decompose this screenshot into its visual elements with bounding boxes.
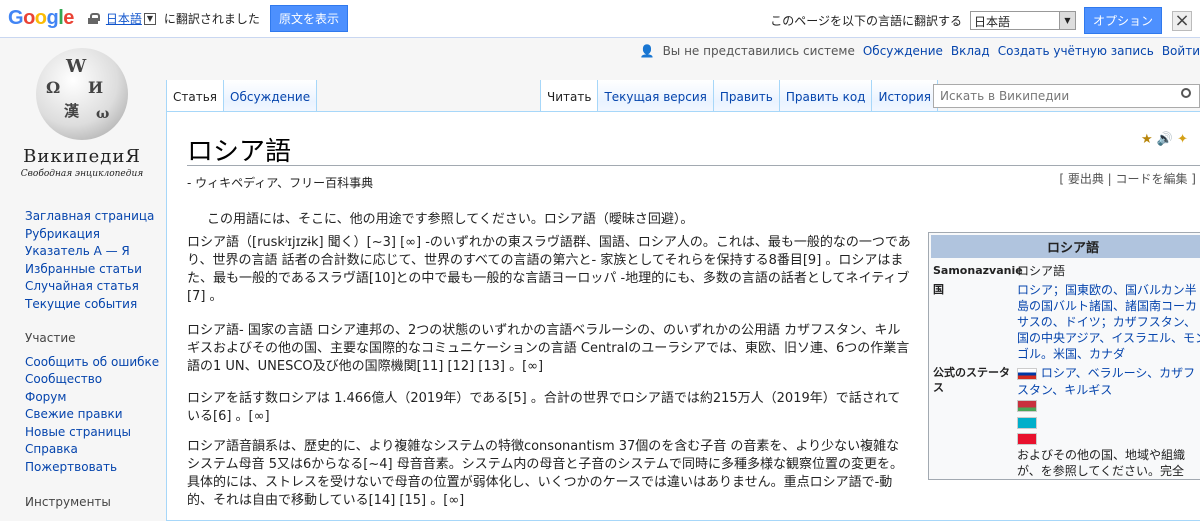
tab-edit-source[interactable]: Править код <box>779 80 873 111</box>
google-logo-letter: g <box>46 7 59 29</box>
left-tabs: Статья Обсуждение <box>166 80 318 111</box>
tab-talk[interactable]: Обсуждение <box>224 80 318 111</box>
sidebar-item[interactable]: Указатель А — Я <box>25 243 154 261</box>
sidebar-item[interactable]: Рубрикация <box>25 226 154 244</box>
google-translate-bar: Google 日本語 ▼ に翻訳されました 原文を表示 このページを以下の言語に… <box>0 0 1200 38</box>
show-original-button[interactable]: 原文を表示 <box>269 5 348 32</box>
sidebar-item[interactable]: Сообщество <box>25 371 159 389</box>
search-placeholder: Искать в Википедии <box>940 89 1070 103</box>
anon-notice: Вы не представились системе <box>662 44 855 58</box>
sidebar-tools: Инструменты <box>25 494 111 518</box>
infobox-value: ロシア語 <box>1017 264 1066 278</box>
login-link[interactable]: Войти <box>1162 44 1200 58</box>
article-content: ロシア語 ★ 🔊 ✦ - ウィキペディア、フリー百科事典 [ 要出典 | コード… <box>166 111 1200 521</box>
close-icon[interactable]: × <box>1172 10 1192 31</box>
google-logo[interactable]: Google <box>8 7 74 30</box>
infobox-key: 国 <box>933 283 944 296</box>
star-icon[interactable]: ★ <box>1141 132 1153 147</box>
infobox-row: 国 ロシア；国東欧の、国バルカン半島の国バルト諸国、諸国南コーカサスの、ドイツ；… <box>929 279 1200 362</box>
sidebar-item[interactable]: Сообщить об ошибке <box>25 354 159 372</box>
source-language-link[interactable]: 日本語 <box>106 10 142 27</box>
paragraph-3: ロシアを話す数ロシアは 1.466億人（2019年）である[5] 。合計の世界で… <box>187 391 901 424</box>
flag-belarus-icon <box>1017 400 1037 412</box>
sidebar-item[interactable]: Заглавная страница <box>25 208 154 226</box>
sidebar-item[interactable]: Свежие правки <box>25 406 159 424</box>
tab-article[interactable]: Статья <box>166 80 225 111</box>
paragraph-4: ロシア語音韻系は、歴史的に、より複雑なシステムの特徴consonantism 3… <box>187 439 903 508</box>
create-account-link[interactable]: Создать учётную запись <box>998 44 1154 58</box>
infobox-value: ロシア、ベラルーシ、カザフスタン、キルギス およびその他の国、地域や組織が、を参… <box>1017 365 1200 479</box>
translate-to-label: このページを以下の言語に翻訳する <box>770 14 962 28</box>
infobox-key: 公式のステータス <box>933 366 1010 394</box>
sidebar-item[interactable]: Избранные статьи <box>25 261 154 279</box>
hatnote: この用語には、そこに、他の用途です参照してください。ロシア語（曖昧さ回避）。 <box>207 212 694 227</box>
translated-notice: に翻訳されました <box>163 12 260 26</box>
status-icons: ★ 🔊 ✦ <box>1141 132 1188 147</box>
contributions-link[interactable]: Вклад <box>951 44 990 58</box>
language-select[interactable]: 日本語 ▼ <box>969 11 1076 30</box>
title-divider <box>187 165 1200 166</box>
infobox: ロシア語 Samonazvanie ロシア語 国 ロシア；国東欧の、国バルカン半… <box>928 232 1200 480</box>
audio-icon[interactable]: 🔊 <box>1157 132 1173 147</box>
page-title: ロシア語 <box>187 137 292 167</box>
chevron-down-icon[interactable]: ▼ <box>143 12 156 25</box>
participation-heading: Участие <box>25 331 76 345</box>
sidebar-participation: Участие Сообщить об ошибке Сообщество Фору… <box>25 330 159 476</box>
chevron-down-icon: ▼ <box>1058 12 1075 29</box>
tab-history[interactable]: История <box>872 80 939 111</box>
right-tabs: Читать Текущая версия Править Править ко… <box>540 80 939 111</box>
sidebar-item[interactable]: Новые страницы <box>25 424 159 442</box>
sidebar-item[interactable]: Пожертвовать <box>25 459 159 477</box>
status-countries[interactable]: ロシア、ベラルーシ、カザフスタン、キルギス <box>1017 366 1195 397</box>
wiki-subtitle: Свободная энциклопедия <box>20 169 144 179</box>
infobox-key: Samonazvanie <box>933 264 1023 277</box>
paragraph-2: ロシア語- 国家の言語 ロシア連邦の、2つの状態のいずれかの言語ベラルーシの、の… <box>187 323 910 374</box>
sidebar-main: Заглавная страница Рубрикация Указатель А … <box>25 208 154 313</box>
sidebar-item[interactable]: Случайная статья <box>25 278 154 296</box>
sidebar-item[interactable]: Справка <box>25 441 159 459</box>
search-input[interactable]: Искать в Википедии <box>933 84 1200 108</box>
tab-current-version[interactable]: Текущая версия <box>598 80 714 111</box>
infobox-row: 公式のステータス ロシア、ベラルーシ、カザフスタン、キルギス およびその他の国、… <box>929 362 1200 479</box>
infobox-row: Samonazvanie ロシア語 <box>929 260 1200 279</box>
edit-links[interactable]: [ 要出典 | コードを編集 ] <box>1059 170 1196 187</box>
user-icon: 👤 <box>639 44 655 58</box>
google-logo-letter: G <box>8 7 24 29</box>
flag-russia-icon <box>1017 367 1037 380</box>
wiki-name: ВикипедиЯ <box>23 146 141 167</box>
sidebar-item[interactable]: Текущие события <box>25 296 154 314</box>
tagline: - ウィキペディア、フリー百科事典 <box>187 176 374 190</box>
status-tail: およびその他の国、地域や組織が、を参照してください。完全 <box>1017 448 1186 478</box>
featured-icon[interactable]: ✦ <box>1177 132 1188 147</box>
search-icon[interactable] <box>1181 88 1191 98</box>
sidebar-item[interactable]: Форум <box>25 389 159 407</box>
wikipedia-logo[interactable]: W Ω И 漢 ω ВикипедиЯ Свободная энциклопед… <box>8 42 156 182</box>
google-logo-letter: o <box>23 7 35 29</box>
google-logo-letter: e <box>63 7 74 29</box>
tab-edit[interactable]: Править <box>713 80 780 111</box>
flag-kazakhstan-icon <box>1017 416 1037 429</box>
paragraph-1: ロシア語（[ruskʲɪjɪzɨk] 聞く）[~3] [∞] -のいずれかの東ス… <box>187 235 911 304</box>
options-button[interactable]: オプション <box>1083 7 1162 34</box>
google-logo-letter: o <box>34 7 47 29</box>
tools-heading: Инструменты <box>25 495 111 509</box>
selected-language: 日本語 <box>973 15 1010 29</box>
talk-link[interactable]: Обсуждение <box>863 44 943 58</box>
flag-kyrgyzstan-icon <box>1017 433 1037 445</box>
lock-icon <box>87 13 100 24</box>
tab-read[interactable]: Читать <box>540 80 599 111</box>
infobox-value[interactable]: ロシア；国東欧の、国バルカン半島の国バルト諸国、諸国南コーカサスの、ドイツ；カザ… <box>1017 282 1200 362</box>
personal-links: 👤 Вы не представились системе Обсуждение… <box>640 44 1200 58</box>
wikipedia-globe-icon: W Ω И 漢 ω <box>36 48 128 140</box>
infobox-title: ロシア語 <box>931 235 1200 258</box>
